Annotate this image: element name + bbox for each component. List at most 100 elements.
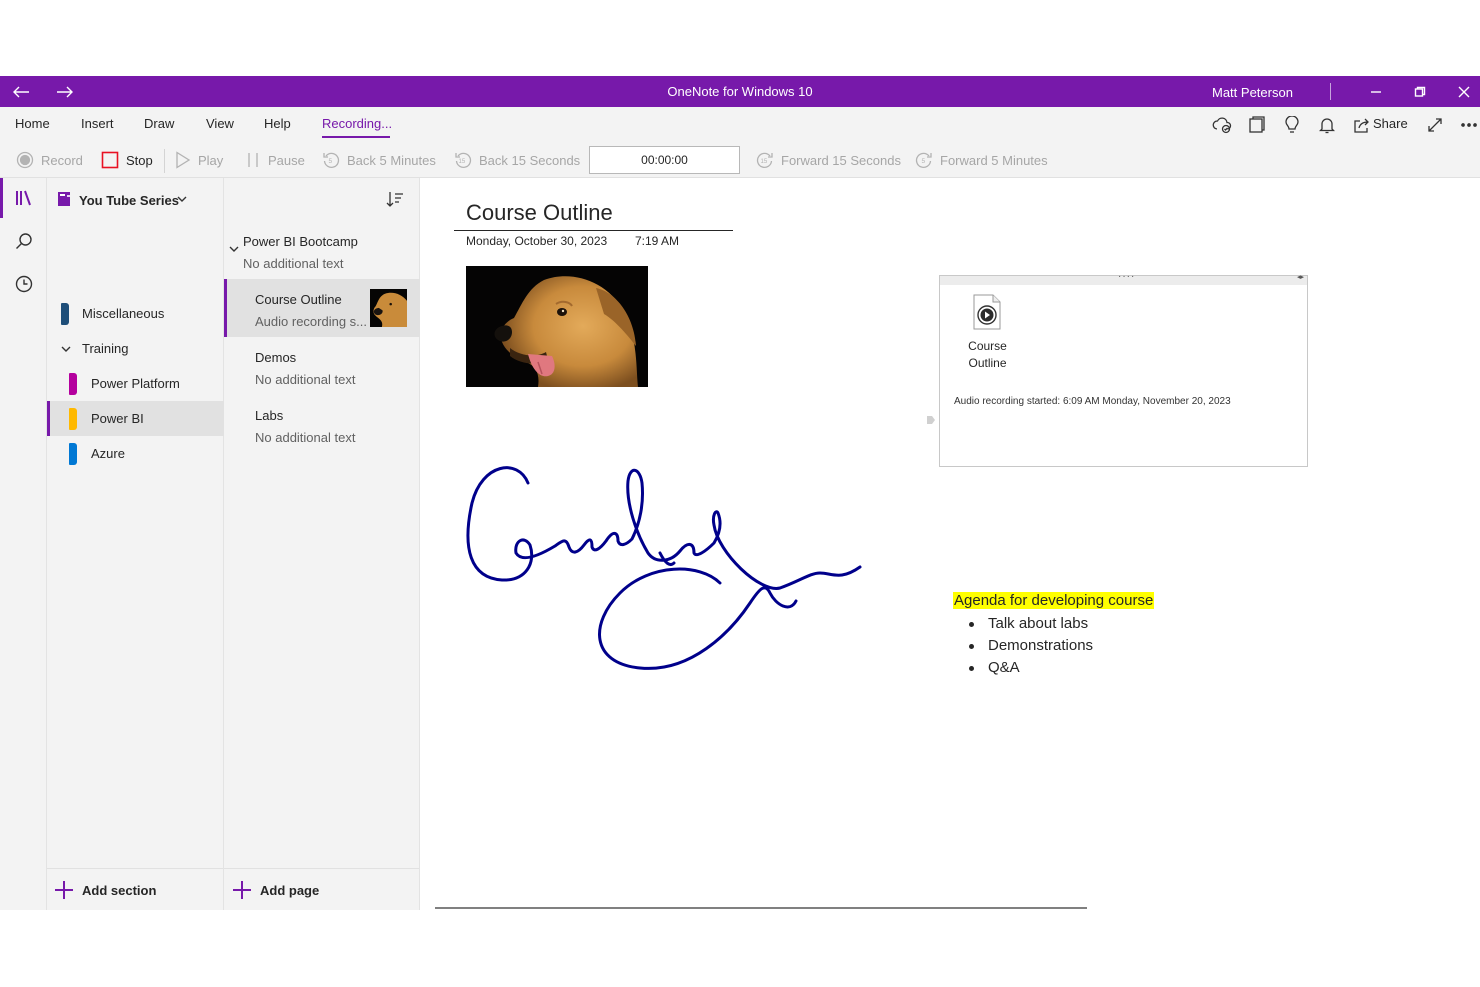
ribbon-tabs: Home Insert Draw View Help Recording... … — [0, 107, 1480, 143]
record-icon — [16, 151, 34, 169]
arrow-left-icon — [13, 86, 29, 97]
recording-timer: 00:00:00 — [589, 146, 740, 174]
page-view-button[interactable] — [1247, 115, 1267, 135]
add-page-label: Add page — [260, 882, 320, 898]
cloud-sync-icon — [1212, 117, 1232, 134]
page-demos[interactable]: Demos No additional text — [224, 337, 420, 395]
back-button[interactable] — [8, 76, 34, 107]
share-label[interactable]: Share — [1373, 116, 1408, 131]
agenda-item[interactable]: Q&A — [953, 657, 1154, 679]
audio-recording-note[interactable]: Audio recording started: 6:09 AM Monday,… — [954, 396, 1231, 407]
close-icon — [1458, 86, 1470, 97]
agenda-item[interactable]: Talk about labs — [953, 613, 1154, 635]
section-power-platform[interactable]: Power Platform — [47, 366, 224, 401]
pause-label: Pause — [268, 152, 305, 168]
page-thumbnail — [370, 289, 407, 327]
dog-photo[interactable] — [466, 266, 648, 387]
toolbar-separator — [164, 149, 165, 173]
back-15-seconds-button[interactable]: 15 Back 15 Seconds — [454, 150, 580, 170]
add-page-button[interactable]: Add page — [233, 876, 319, 904]
signature-ink[interactable] — [460, 463, 890, 693]
page-title[interactable]: Course Outline — [466, 200, 613, 226]
page-preview-text: No additional text — [243, 256, 344, 271]
horizontal-scrollbar[interactable] — [435, 907, 1087, 909]
full-screen-button[interactable] — [1425, 115, 1445, 135]
page-power-bi-bootcamp[interactable]: Power BI Bootcamp No additional text — [224, 221, 420, 279]
section-group-training[interactable]: Training — [47, 331, 224, 366]
rewind-5-icon: 5 — [323, 152, 340, 169]
notebook-icon — [58, 192, 70, 206]
close-button[interactable] — [1450, 76, 1478, 107]
add-section-button[interactable]: Add section — [55, 876, 156, 904]
stop-label: Stop — [126, 152, 153, 168]
stop-button[interactable]: Stop — [101, 150, 153, 170]
page-time: 7:19 AM — [635, 234, 680, 248]
audio-file-name[interactable]: Course Outline — [960, 338, 1015, 372]
notifications-button[interactable] — [1317, 115, 1337, 135]
audio-file-icon[interactable] — [973, 294, 1001, 330]
forward-5-minutes-label: Forward 5 Minutes — [940, 152, 1048, 168]
agenda-list: Talk about labs Demonstrations Q&A — [953, 613, 1154, 679]
page-labs[interactable]: Labs No additional text — [224, 395, 420, 453]
play-button[interactable]: Play — [175, 150, 223, 170]
forward-15-seconds-label: Forward 15 Seconds — [781, 152, 901, 168]
active-tab-underline — [322, 136, 390, 138]
page-preview-text: No additional text — [255, 430, 356, 445]
sort-pages-icon[interactable] — [386, 191, 404, 207]
section-color-tab — [61, 303, 69, 325]
tab-help[interactable]: Help — [264, 116, 291, 131]
sync-status-button[interactable] — [1212, 115, 1232, 135]
minimize-button[interactable] — [1362, 76, 1390, 107]
share-icon — [1354, 118, 1369, 133]
page-canvas[interactable]: Course Outline Monday, October 30, 2023 … — [420, 178, 1480, 910]
section-power-bi[interactable]: Power BI — [47, 401, 224, 436]
search-button[interactable] — [0, 221, 47, 261]
section-azure[interactable]: Azure — [47, 436, 224, 471]
restore-button[interactable] — [1406, 76, 1434, 107]
plus-icon — [55, 881, 73, 899]
page-title-label: Labs — [255, 408, 284, 423]
divider — [47, 868, 223, 869]
agenda-note[interactable]: Agenda for developing course Talk about … — [953, 592, 1155, 679]
tab-home[interactable]: Home — [15, 116, 50, 131]
forward-15-seconds-button[interactable]: 15 Forward 15 Seconds — [756, 150, 901, 170]
page-course-outline[interactable]: Course Outline Audio recording s... — [224, 279, 420, 337]
search-icon — [15, 233, 32, 249]
agenda-title[interactable]: Agenda for developing course — [953, 592, 1155, 609]
rail-active-indicator — [0, 178, 3, 218]
lightbulb-icon — [1285, 116, 1299, 133]
record-button[interactable]: Record — [16, 150, 83, 170]
notebooks-button[interactable] — [0, 178, 47, 218]
user-name[interactable]: Matt Peterson — [1212, 85, 1293, 100]
tab-view[interactable]: View — [206, 116, 234, 131]
chevron-down-icon — [229, 246, 239, 252]
navigation-rail — [0, 178, 47, 910]
notebook-pages-icon — [1249, 116, 1265, 133]
restore-icon — [1414, 86, 1426, 97]
tab-recording[interactable]: Recording... — [322, 116, 392, 131]
page-preview-text: Audio recording s... — [255, 314, 368, 329]
audio-recording-container[interactable]: ···· ◂▸ Course Outline Audio recording s… — [939, 271, 1308, 467]
container-handle-icon[interactable] — [926, 415, 936, 425]
golden-retriever-image — [466, 266, 648, 387]
resize-handle-icon[interactable]: ◂▸ — [1297, 273, 1304, 281]
tell-me-button[interactable] — [1282, 115, 1302, 135]
tab-draw[interactable]: Draw — [144, 116, 174, 131]
pause-button[interactable]: Pause — [245, 150, 305, 170]
svg-text:5: 5 — [329, 158, 333, 165]
add-section-label: Add section — [82, 882, 157, 898]
page-preview-text: No additional text — [255, 372, 356, 387]
selected-page-indicator — [224, 279, 227, 337]
drag-handle-icon[interactable]: ···· — [1118, 271, 1135, 282]
forward-button[interactable] — [52, 76, 78, 107]
back-5-minutes-button[interactable]: 5 Back 5 Minutes — [322, 150, 436, 170]
share-button[interactable] — [1352, 115, 1372, 135]
container-drag-bar[interactable]: ···· ◂▸ — [940, 271, 1307, 285]
agenda-item[interactable]: Demonstrations — [953, 635, 1154, 657]
more-options-button[interactable] — [1459, 115, 1479, 135]
forward-5-minutes-button[interactable]: 5 Forward 5 Minutes — [915, 150, 1048, 170]
recording-toolbar: Record Stop Play Pause 5 Back 5 Minutes … — [0, 143, 1480, 178]
tab-insert[interactable]: Insert — [81, 116, 114, 131]
recent-notes-button[interactable] — [0, 264, 47, 304]
section-miscellaneous[interactable]: Miscellaneous — [47, 296, 224, 331]
